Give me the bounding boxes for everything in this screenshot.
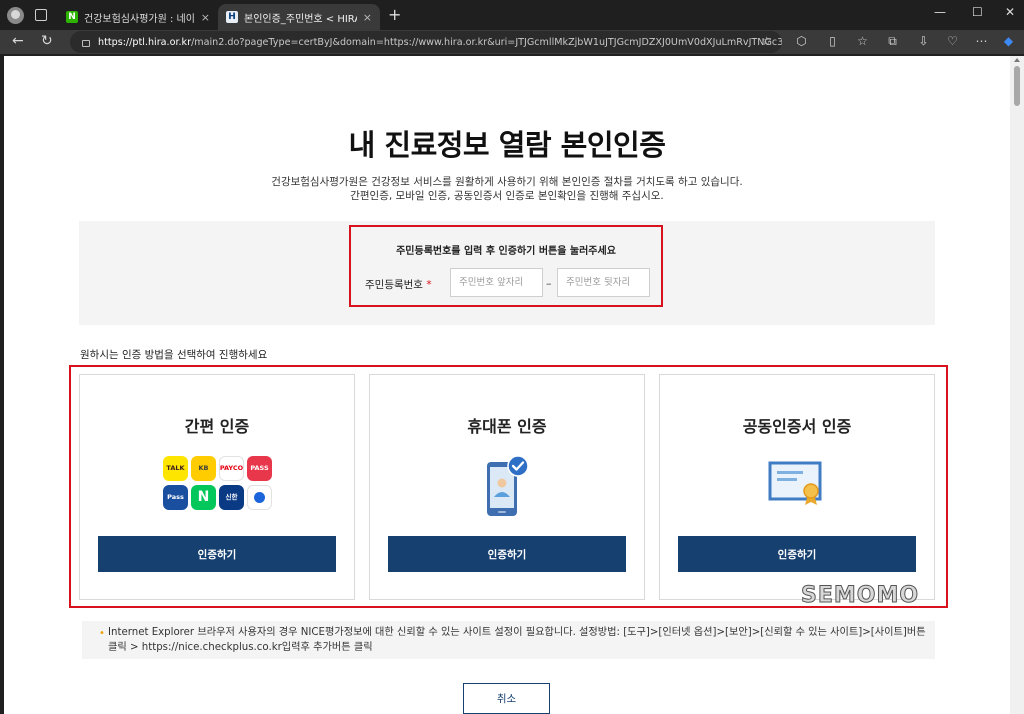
- kakao-talk-icon: TALK: [163, 456, 188, 481]
- phone-auth-button[interactable]: 인증하기: [388, 536, 626, 572]
- page-content: 내 진료정보 열람 본인인증 건강보험심사평가원은 건강정보 서비스를 원활하게…: [4, 56, 1010, 714]
- refresh-icon[interactable]: ↻: [41, 33, 53, 49]
- shinhan-icon: 신한: [219, 485, 244, 510]
- performance-icon[interactable]: ♡: [946, 35, 959, 48]
- settings-more-icon[interactable]: ⋯: [975, 35, 988, 48]
- back-icon[interactable]: ←: [12, 33, 24, 49]
- profile-avatar-icon[interactable]: [7, 7, 24, 24]
- tab-title: 본인인증_주민번호 < HIRA포털 &: [244, 13, 357, 25]
- page-scrollbar[interactable]: [1010, 56, 1024, 714]
- description-line-1: 건강보험심사평가원은 건강정보 서비스를 원활하게 사용하기 위해 본인인증 절…: [271, 176, 743, 188]
- notice-text: Internet Explorer 브라우저 사용자의 경우 NICE평가정보에…: [108, 627, 926, 653]
- resident-number-label-text: 주민등록번호: [365, 279, 423, 291]
- extensions-icon[interactable]: ⬡: [795, 35, 808, 48]
- naver-favicon-icon: N: [66, 11, 78, 23]
- new-tab-button[interactable]: +: [388, 5, 401, 24]
- choose-method-text: 원하시는 인증 방법을 선택하여 진행하세요: [80, 349, 268, 361]
- certificate-auth-card: 공동인증서 인증 인증하기: [659, 374, 935, 600]
- pass-icon: PASS: [247, 456, 272, 481]
- downloads-icon[interactable]: ⇩: [917, 35, 930, 48]
- favorite-star-icon[interactable]: ☆: [761, 34, 772, 48]
- tab-title: 건강보험심사평가원 : 네이버 검색: [84, 13, 195, 25]
- resident-number-front-input[interactable]: [450, 268, 543, 297]
- description-line-2: 간편인증, 모바일 인증, 공동인증서 인증로 본인확인을 진행해 주십시오.: [350, 190, 664, 202]
- simple-auth-card: 간편 인증 TALK KB PAYCO PASS Pass N 신한 인증하기: [79, 374, 355, 600]
- tab-actions-icon[interactable]: [35, 9, 47, 21]
- page-description: 건강보험심사평가원은 건강정보 서비스를 원활하게 사용하기 위해 본인인증 절…: [4, 175, 1010, 203]
- certificate-auth-title: 공동인증서 인증: [742, 417, 852, 436]
- url-path: /main2.do?pageType=certByJ&domain=https:…: [191, 36, 782, 48]
- certificate-auth-button[interactable]: 인증하기: [678, 536, 916, 572]
- simple-auth-button[interactable]: 인증하기: [98, 536, 336, 572]
- payco-icon: PAYCO: [219, 456, 244, 481]
- scroll-up-icon[interactable]: [1014, 58, 1020, 62]
- hira-favicon-icon: H: [226, 11, 238, 23]
- scrollbar-thumb[interactable]: [1014, 66, 1020, 106]
- phone-check-icon: [487, 455, 529, 516]
- maximize-button[interactable]: ☐: [972, 5, 983, 19]
- minimize-button[interactable]: —: [934, 5, 946, 19]
- resident-number-label: 주민등록번호 *: [365, 277, 432, 292]
- split-screen-icon[interactable]: ▯: [826, 35, 839, 48]
- copilot-icon[interactable]: ◆: [1002, 35, 1015, 48]
- browser-tab-hira[interactable]: H 본인인증_주민번호 < HIRA포털 & ×: [218, 4, 380, 30]
- required-mark: *: [426, 279, 432, 291]
- samsung-pass-icon: Pass: [163, 485, 188, 510]
- simple-auth-title: 간편 인증: [184, 417, 250, 436]
- page-title: 내 진료정보 열람 본인인증: [348, 128, 666, 162]
- close-window-button[interactable]: ✕: [1005, 5, 1015, 19]
- id-separator: –: [546, 277, 552, 290]
- notice-bullet-icon: •: [99, 628, 105, 639]
- browser-tab-naver[interactable]: N 건강보험심사평가원 : 네이버 검색 ×: [58, 4, 218, 30]
- lock-icon: [82, 39, 90, 47]
- simple-auth-app-icons: TALK KB PAYCO PASS Pass N 신한: [163, 456, 273, 512]
- browser-tab-bar: N 건강보험심사평가원 : 네이버 검색 × H 본인인증_주민번호 < HIR…: [0, 0, 1024, 30]
- watermark-text: SEMOMO: [800, 583, 920, 609]
- certificate-icon: [768, 461, 822, 505]
- kb-icon: KB: [191, 456, 216, 481]
- close-tab-icon[interactable]: ×: [363, 11, 372, 24]
- close-tab-icon[interactable]: ×: [201, 11, 210, 24]
- browser-toolbar: ← ↻ https://ptl.hira.or.kr /main2.do?pag…: [0, 30, 1024, 54]
- ie-notice: • Internet Explorer 브라우저 사용자의 경우 NICE평가정…: [82, 621, 935, 659]
- toss-icon: [247, 485, 272, 510]
- toss-bubble-icon: [254, 492, 265, 503]
- favorites-icon[interactable]: ☆: [856, 35, 869, 48]
- id-instruction: 주민등록번호를 입력 후 인증하기 버튼을 눌러주세요: [396, 246, 616, 257]
- resident-number-back-input[interactable]: [557, 268, 650, 297]
- url-host: https://ptl.hira.or.kr: [98, 36, 192, 48]
- phone-auth-card: 휴대폰 인증 인증하기: [369, 374, 645, 600]
- address-bar[interactable]: https://ptl.hira.or.kr /main2.do?pageTyp…: [70, 31, 782, 53]
- phone-auth-title: 휴대폰 인증: [467, 417, 547, 436]
- cancel-button[interactable]: 취소: [463, 683, 550, 714]
- collections-icon[interactable]: ⧉: [886, 35, 899, 48]
- naver-icon: N: [191, 485, 216, 510]
